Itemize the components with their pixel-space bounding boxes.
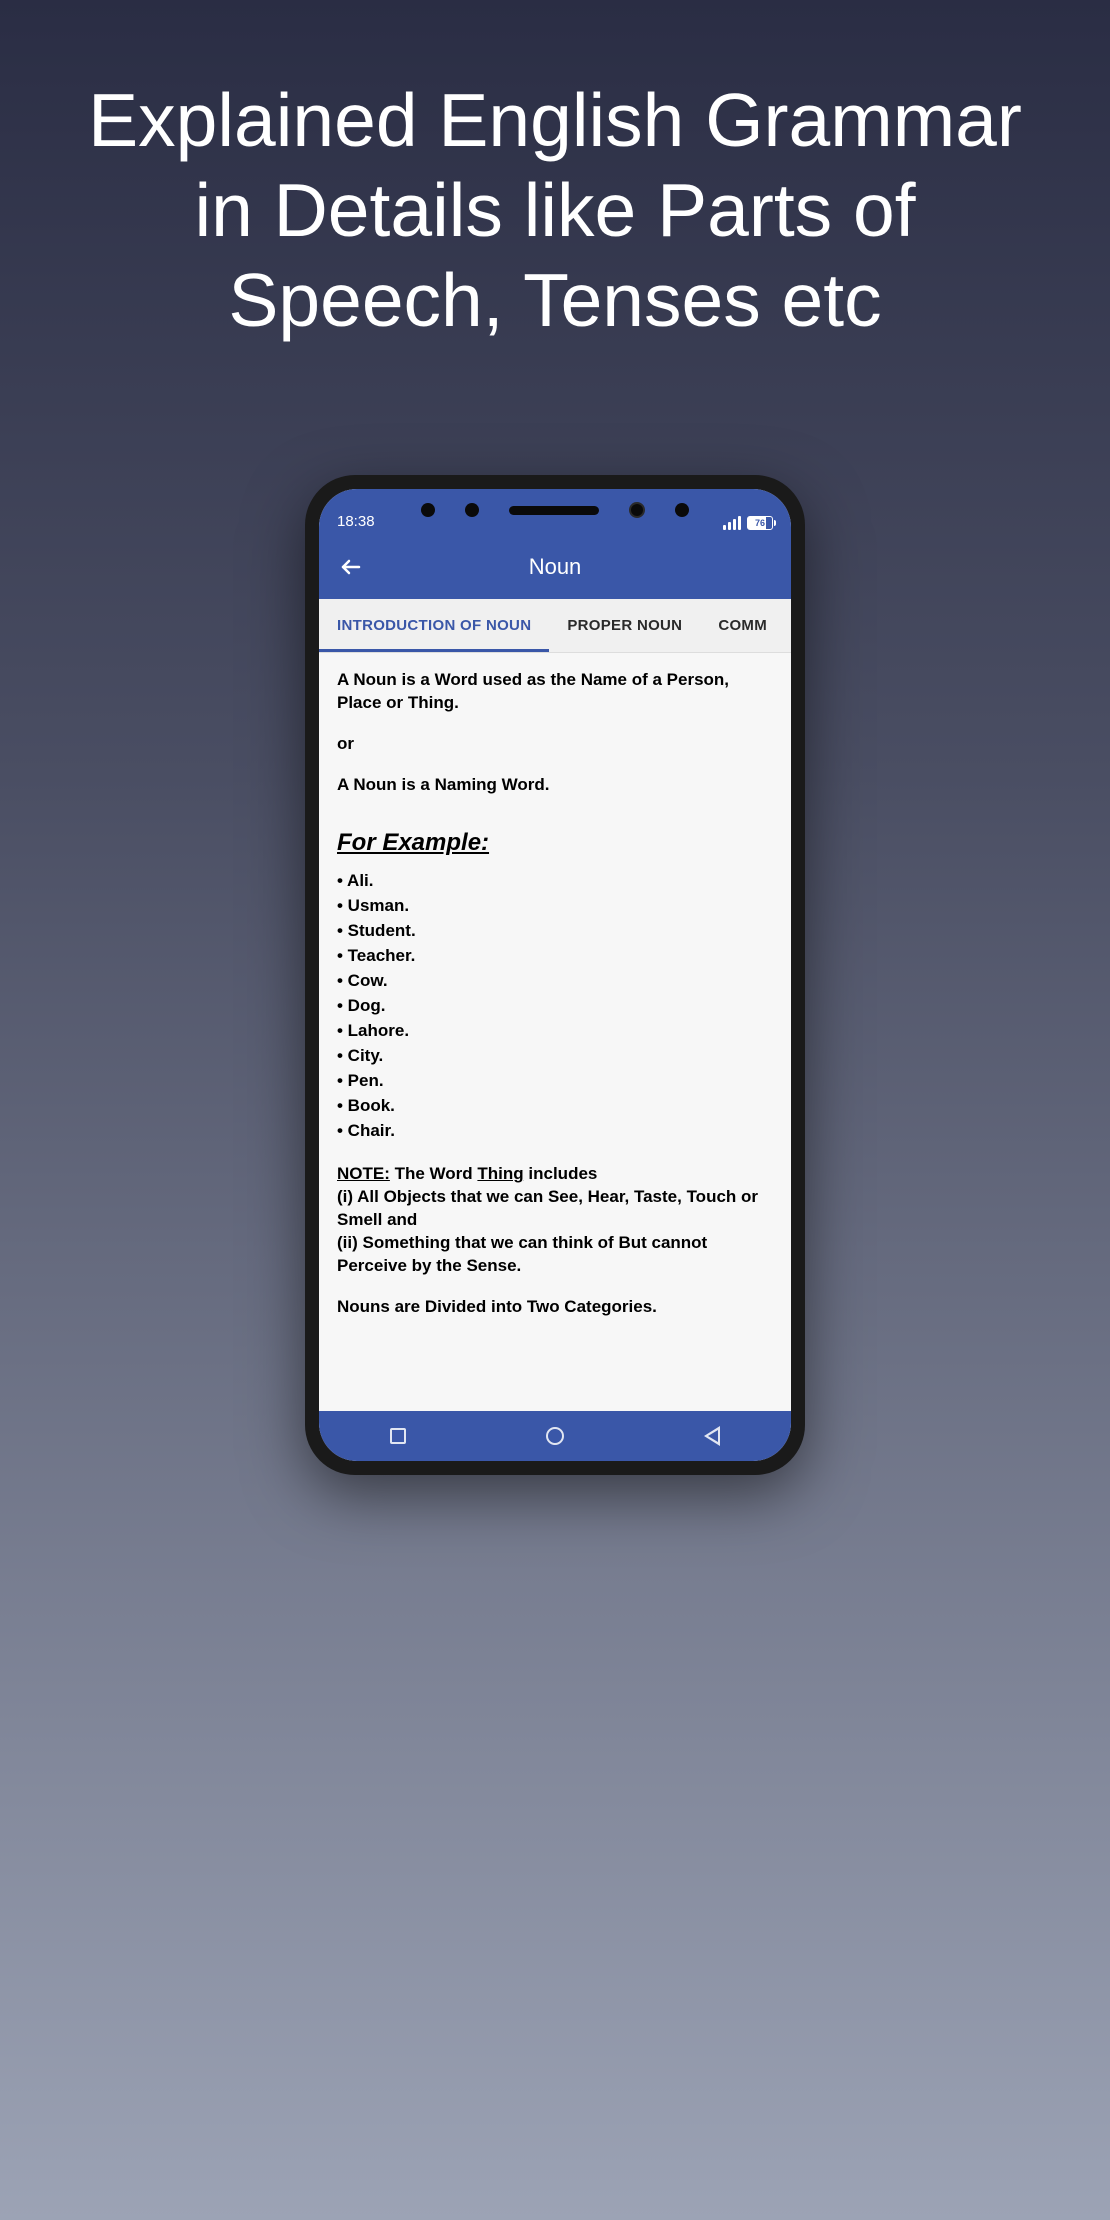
home-button[interactable] xyxy=(544,1425,566,1447)
tab-bar[interactable]: INTRODUCTION OF NOUN PROPER NOUN COMM xyxy=(319,599,791,653)
list-item: • Pen. xyxy=(337,1069,773,1094)
tab-introduction[interactable]: INTRODUCTION OF NOUN xyxy=(319,599,549,652)
phone-mockup: 18:38 76 Noun xyxy=(305,475,805,1475)
list-item: • Ali. xyxy=(337,869,773,894)
definition-1: A Noun is a Word used as the Name of a P… xyxy=(337,669,773,715)
list-item: • Cow. xyxy=(337,969,773,994)
system-nav-bar xyxy=(319,1411,791,1461)
page-title: Noun xyxy=(363,554,747,580)
phone-screen: 18:38 76 Noun xyxy=(319,489,791,1461)
example-heading: For Example: xyxy=(337,827,773,859)
list-item: • Lahore. xyxy=(337,1019,773,1044)
note-text: includes xyxy=(524,1164,598,1183)
phone-frame: 18:38 76 Noun xyxy=(305,475,805,1475)
list-item: • Book. xyxy=(337,1094,773,1119)
or-text: or xyxy=(337,733,773,756)
list-item: • Teacher. xyxy=(337,944,773,969)
definition-2: A Noun is a Naming Word. xyxy=(337,774,773,797)
content-area[interactable]: A Noun is a Word used as the Name of a P… xyxy=(319,653,791,1411)
back-arrow-icon xyxy=(339,555,363,579)
note-block: NOTE: The Word Thing includes (i) All Ob… xyxy=(337,1163,773,1278)
back-button[interactable] xyxy=(339,555,363,579)
note-line: (ii) Something that we can think of But … xyxy=(337,1232,773,1278)
note-thing: Thing xyxy=(477,1164,523,1183)
list-item: • Dog. xyxy=(337,994,773,1019)
app-bar: Noun xyxy=(319,534,791,599)
promo-title: Explained English Grammar in Details lik… xyxy=(0,0,1110,345)
list-item: • City. xyxy=(337,1044,773,1069)
phone-notch xyxy=(305,495,805,525)
note-label: NOTE: xyxy=(337,1164,390,1183)
example-list: • Ali. • Usman. • Student. • Teacher. • … xyxy=(337,869,773,1143)
note-line: (i) All Objects that we can See, Hear, T… xyxy=(337,1186,773,1232)
list-item: • Student. xyxy=(337,919,773,944)
back-nav-button[interactable] xyxy=(701,1425,723,1447)
recent-apps-button[interactable] xyxy=(387,1425,409,1447)
tab-proper-noun[interactable]: PROPER NOUN xyxy=(549,599,700,652)
categories-text: Nouns are Divided into Two Categories. xyxy=(337,1296,773,1319)
tab-common-noun[interactable]: COMM xyxy=(700,599,785,652)
note-text: The Word xyxy=(390,1164,478,1183)
list-item: • Chair. xyxy=(337,1119,773,1144)
list-item: • Usman. xyxy=(337,894,773,919)
